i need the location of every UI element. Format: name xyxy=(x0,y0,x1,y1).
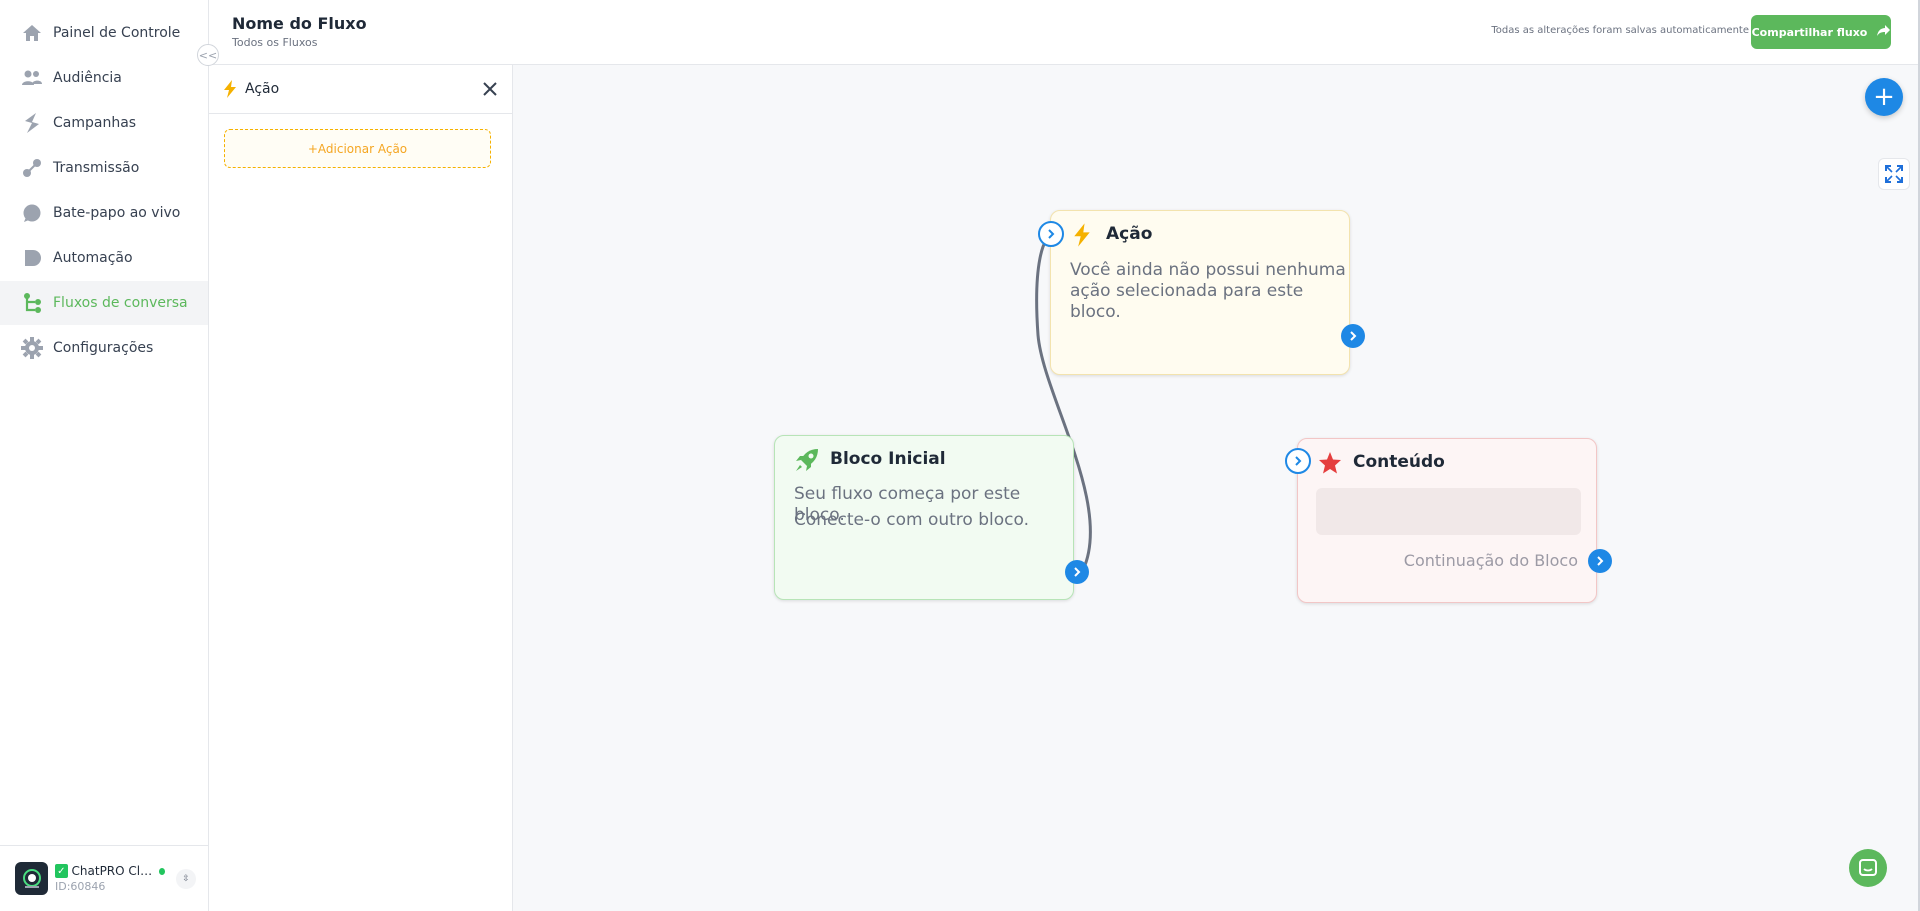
start-block-title: Bloco Inicial xyxy=(830,449,946,469)
chat-bubble-icon xyxy=(21,202,43,224)
action-panel: Ação +Adicionar Ação xyxy=(209,65,513,911)
sidebar-item-label: Configurações xyxy=(53,340,154,356)
action-block-output-port[interactable] xyxy=(1341,324,1365,348)
lightning-icon xyxy=(1073,223,1091,251)
sidebar-item-label: Campanhas xyxy=(53,115,137,131)
sidebar-item-audiencia[interactable]: Audiência xyxy=(0,56,208,100)
autosave-status: Todas as alterações foram salvas automat… xyxy=(1491,25,1749,36)
sidebar-item-label: Audiência xyxy=(53,70,122,86)
rocket-icon xyxy=(795,448,819,476)
content-message-placeholder[interactable] xyxy=(1316,488,1581,535)
users-icon xyxy=(21,67,43,89)
content-block-node[interactable]: Conteúdo Continuação do Bloco xyxy=(1285,438,1612,603)
star-icon xyxy=(1318,451,1342,479)
content-block-input-port[interactable] xyxy=(1285,448,1311,474)
breadcrumb-all-flows[interactable]: Todos os Fluxos xyxy=(232,36,317,49)
content-block-output-port[interactable] xyxy=(1588,549,1612,573)
account-name: ChatPRO Clie... xyxy=(71,864,153,878)
content-block-title: Conteúdo xyxy=(1353,452,1445,472)
action-panel-title: Ação xyxy=(245,81,280,97)
action-block-title: Ação xyxy=(1106,224,1153,244)
share-flow-label: Compartilhar fluxo xyxy=(1751,25,1868,39)
chevron-up-down-icon[interactable]: ⇳ xyxy=(176,869,196,889)
action-panel-header: Ação xyxy=(209,65,512,114)
action-block-node[interactable]: Ação Você ainda não possui nenhuma ação … xyxy=(1038,210,1365,375)
account-switcher[interactable]: ✓ ChatPRO Clie... ID:60846 ⇳ xyxy=(0,845,208,911)
sidebar-item-label: Fluxos de conversa xyxy=(53,295,188,311)
automation-icon xyxy=(21,247,43,269)
home-icon xyxy=(21,22,43,44)
gear-icon xyxy=(21,337,43,359)
support-chat-button[interactable] xyxy=(1849,849,1887,887)
sidebar-item-label: Transmissão xyxy=(53,160,140,176)
account-id: ID:60846 xyxy=(55,880,106,893)
flow-title[interactable]: Nome do Fluxo xyxy=(232,14,367,33)
sidebar-item-automacao[interactable]: Automação xyxy=(0,236,208,280)
action-block-desc-line1: Você ainda não possui nenhuma xyxy=(1070,260,1346,280)
action-block-input-port[interactable] xyxy=(1038,221,1064,247)
sidebar-item-campanhas[interactable]: Campanhas xyxy=(0,101,208,145)
sidebar-item-label: Painel de Controle xyxy=(53,25,181,41)
add-action-button[interactable]: +Adicionar Ação xyxy=(224,129,491,168)
collapse-sidebar-button[interactable]: << xyxy=(197,44,219,66)
block-continuation-label: Continuação do Bloco xyxy=(1403,551,1578,570)
start-block-node[interactable]: Bloco Inicial Seu fluxo começa por este … xyxy=(774,435,1089,600)
lightning-icon xyxy=(223,80,239,98)
campaign-icon xyxy=(21,112,43,134)
broadcast-icon xyxy=(21,157,43,179)
fullscreen-icon[interactable] xyxy=(1878,158,1910,190)
sidebar-item-fluxos-de-conversa[interactable]: Fluxos de conversa xyxy=(0,281,208,325)
sidebar-item-label: Automação xyxy=(53,250,133,266)
avatar xyxy=(15,862,48,895)
start-block-output-port[interactable] xyxy=(1065,560,1089,584)
sidebar-item-configuracoes[interactable]: Configurações xyxy=(0,326,208,370)
sidebar-item-transmissao[interactable]: Transmissão xyxy=(0,146,208,190)
sidebar-item-painel-de-controle[interactable]: Painel de Controle xyxy=(0,11,208,55)
share-flow-button[interactable]: Compartilhar fluxo xyxy=(1751,15,1891,49)
sidebar: Painel de Controle Audiência Campanhas T… xyxy=(0,0,209,911)
header: Nome do Fluxo Todos os Fluxos Todas as a… xyxy=(209,0,1920,65)
connection-edges xyxy=(1035,233,1092,571)
verified-check-icon: ✓ xyxy=(55,864,68,878)
start-block-desc-line2: Conecte-o com outro bloco. xyxy=(794,510,1029,530)
sidebar-item-bate-papo[interactable]: Bate-papo ao vivo xyxy=(0,191,208,235)
close-icon[interactable] xyxy=(480,79,500,99)
add-block-button[interactable]: + xyxy=(1865,78,1903,116)
chat-icon xyxy=(1859,859,1877,876)
action-block-desc-line2: ação selecionada para este bloco. xyxy=(1070,281,1304,322)
flow-canvas[interactable]: Bloco Inicial Seu fluxo começa por este … xyxy=(513,65,1920,911)
share-icon xyxy=(1877,25,1891,39)
flow-icon xyxy=(21,292,43,314)
sidebar-item-label: Bate-papo ao vivo xyxy=(53,205,181,221)
online-status-dot xyxy=(158,867,165,875)
